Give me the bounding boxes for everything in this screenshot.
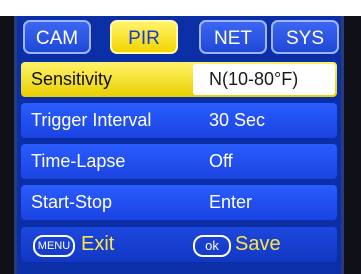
tab-cam[interactable]: CAM: [23, 20, 91, 54]
tab-net[interactable]: NET: [199, 20, 267, 54]
tab-pir[interactable]: PIR: [110, 20, 178, 54]
ok-key-icon: ok: [193, 235, 231, 257]
save-action[interactable]: Save: [235, 227, 281, 262]
setting-row-time-lapse[interactable]: Time-Lapse Off: [21, 144, 337, 179]
setting-row-start-stop[interactable]: Start-Stop Enter: [21, 185, 337, 220]
exit-action[interactable]: Exit: [81, 227, 114, 262]
menu-key-icon: MENU: [33, 235, 75, 257]
settings-panel: CAM PIR NET SYS Sensitivity N(10-80°F) T…: [14, 16, 344, 274]
setting-label: Time-Lapse: [31, 151, 126, 171]
footer-bar: MENU Exit ok Save: [21, 227, 337, 262]
setting-label: Trigger Interval: [31, 110, 152, 130]
setting-label: Sensitivity: [31, 69, 113, 89]
setting-value: N(10-80°F): [209, 69, 299, 89]
setting-row-sensitivity[interactable]: Sensitivity N(10-80°F): [21, 62, 337, 97]
camera-menu-screen: CAM PIR NET SYS Sensitivity N(10-80°F) T…: [0, 16, 361, 274]
setting-value: 30 Sec: [209, 110, 266, 130]
setting-label: Start-Stop: [31, 192, 113, 212]
settings-list: Sensitivity N(10-80°F) Trigger Interval …: [21, 62, 337, 226]
setting-row-trigger-interval[interactable]: Trigger Interval 30 Sec: [21, 103, 337, 138]
setting-value: Enter: [209, 192, 253, 212]
setting-value: Off: [209, 151, 233, 171]
tab-sys[interactable]: SYS: [271, 20, 339, 54]
tab-bar: CAM PIR NET SYS: [17, 20, 341, 58]
